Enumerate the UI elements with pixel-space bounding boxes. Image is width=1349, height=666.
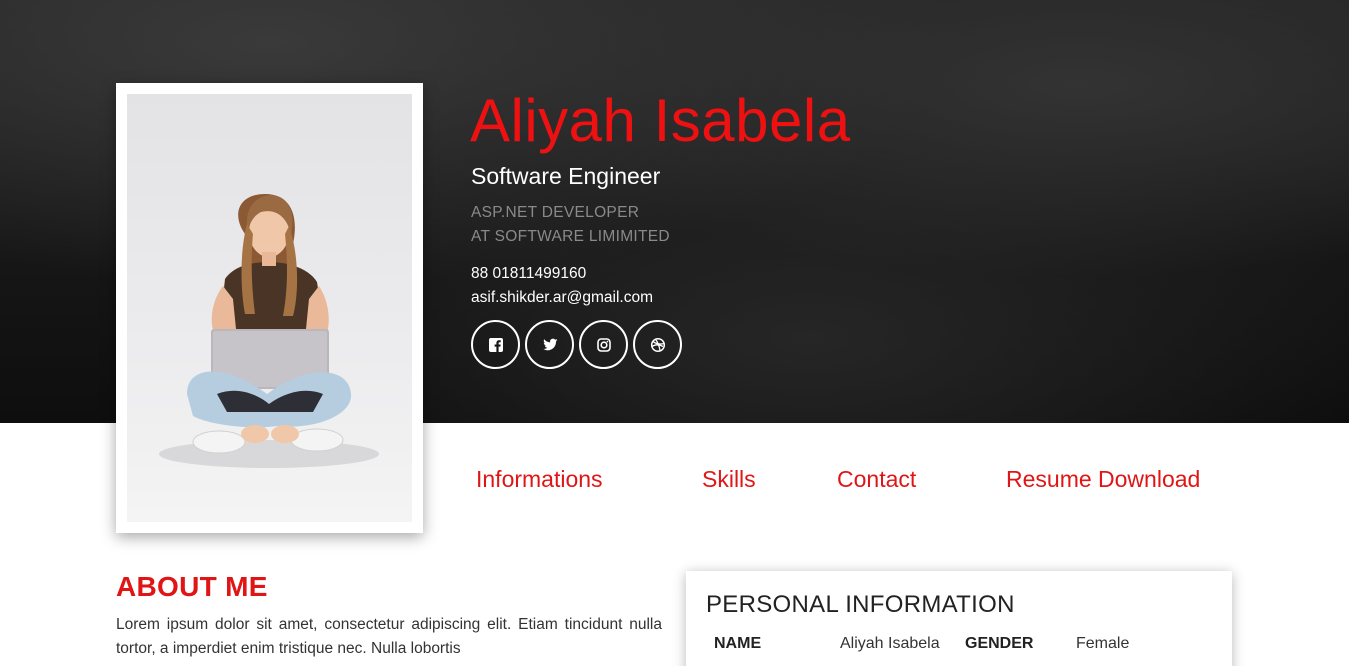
- facebook-link[interactable]: [471, 320, 520, 369]
- woman-with-laptop-illustration: [159, 194, 379, 468]
- personal-information-heading: PERSONAL INFORMATION: [706, 591, 1015, 618]
- name-label: NAME: [714, 635, 762, 652]
- profile-photo-frame: [116, 83, 423, 533]
- instagram-icon: [596, 337, 611, 352]
- facebook-icon: [488, 337, 503, 352]
- profile-email[interactable]: asif.shikder.ar@gmail.com: [471, 289, 653, 307]
- gender-value: Female: [1076, 635, 1130, 652]
- nav-item-resume-download[interactable]: Resume Download: [1006, 466, 1200, 493]
- twitter-icon: [542, 338, 557, 350]
- personal-information-card: PERSONAL INFORMATION NAME Aliyah Isabela…: [686, 571, 1232, 666]
- name-value: Aliyah Isabela: [840, 635, 940, 652]
- gender-label: GENDER: [965, 635, 1034, 652]
- nav-item-informations[interactable]: Informations: [476, 466, 603, 493]
- profile-subtitle-line1: ASP.NET DEVELOPER: [471, 204, 640, 221]
- about-text: Lorem ipsum dolor sit amet, consectetur …: [116, 616, 662, 657]
- social-links: [471, 320, 682, 369]
- profile-phone: 88 01811499160: [471, 265, 587, 282]
- profile-photo: [127, 94, 412, 522]
- profile-name: Aliyah Isabela: [470, 87, 851, 154]
- profile-title: Software Engineer: [471, 163, 661, 189]
- dribbble-link[interactable]: [633, 320, 682, 369]
- nav-item-skills[interactable]: Skills: [702, 466, 756, 493]
- about-heading: ABOUT ME: [116, 571, 268, 602]
- twitter-link[interactable]: [525, 320, 574, 369]
- profile-subtitle-line2: AT SOFTWARE LIMIMITED: [471, 228, 670, 245]
- nav-item-contact[interactable]: Contact: [837, 466, 916, 493]
- instagram-link[interactable]: [579, 320, 628, 369]
- dribbble-icon: [650, 337, 665, 352]
- profile-subtitle: ASP.NET DEVELOPER AT SOFTWARE LIMIMITED: [471, 201, 670, 249]
